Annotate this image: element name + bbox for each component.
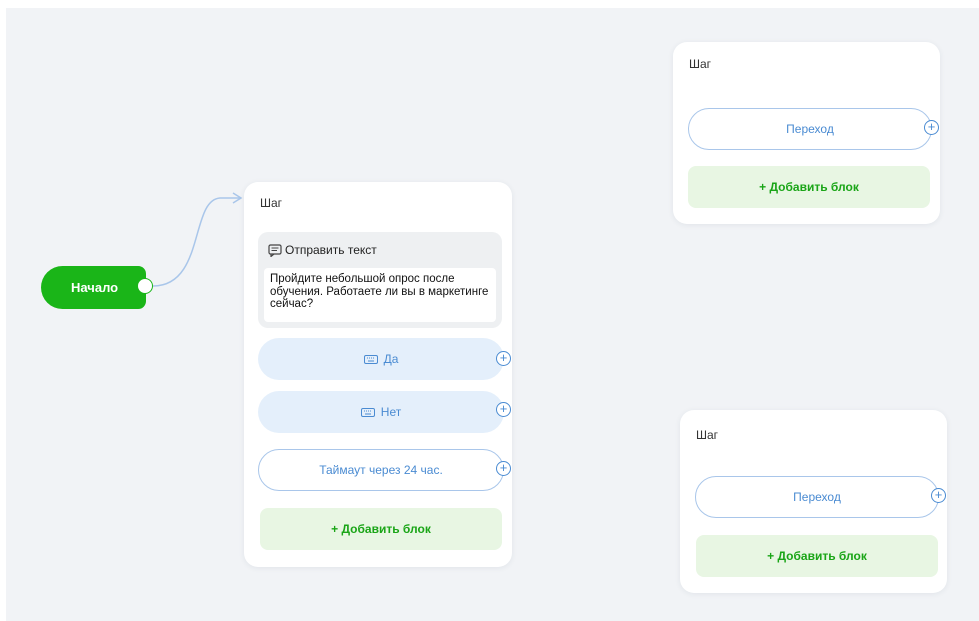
send-text-block[interactable]: Отправить текст Пройдите небольшой опрос… bbox=[258, 232, 502, 328]
start-label: Начало bbox=[71, 280, 119, 295]
keyboard-icon bbox=[360, 407, 375, 417]
plus-circle-icon[interactable]: + bbox=[496, 351, 511, 366]
transition-label: Переход bbox=[793, 490, 841, 504]
keyboard-icon bbox=[363, 354, 378, 364]
transition-button[interactable]: Переход bbox=[688, 108, 932, 150]
plus-circle-icon[interactable]: + bbox=[496, 402, 511, 417]
transition-button[interactable]: Переход bbox=[695, 476, 939, 518]
answer-button-yes[interactable]: Да bbox=[258, 338, 504, 380]
plus-circle-icon[interactable]: + bbox=[496, 461, 511, 476]
answer-button-no[interactable]: Нет bbox=[258, 391, 504, 433]
plus-circle-icon[interactable]: + bbox=[931, 488, 946, 503]
message-text[interactable]: Пройдите небольшой опрос после обучения.… bbox=[264, 268, 496, 322]
transition-label: Переход bbox=[786, 122, 834, 136]
step-title: Шаг bbox=[689, 57, 712, 71]
start-node[interactable]: Начало bbox=[41, 266, 146, 309]
message-icon bbox=[268, 243, 282, 257]
send-text-header: Отправить текст bbox=[268, 243, 377, 257]
step-title: Шаг bbox=[260, 196, 283, 210]
send-text-label: Отправить текст bbox=[285, 243, 377, 257]
timeout-label: Таймаут через 24 час. bbox=[319, 463, 443, 477]
step-title: Шаг bbox=[696, 428, 719, 442]
add-block-button[interactable]: + Добавить блок bbox=[696, 535, 938, 577]
start-output-port[interactable] bbox=[137, 278, 153, 294]
answer-no-label: Нет bbox=[380, 405, 402, 419]
timeout-button[interactable]: Таймаут через 24 час. bbox=[258, 449, 504, 491]
plus-circle-icon[interactable]: + bbox=[924, 120, 939, 135]
step-card-main[interactable]: Шаг Отправить текст Пройдите небольшой о… bbox=[244, 182, 512, 567]
answer-yes-label: Да bbox=[383, 352, 399, 366]
step-card-bottom[interactable]: Шаг Переход + + Добавить блок bbox=[680, 410, 947, 593]
add-block-button[interactable]: + Добавить блок bbox=[688, 166, 930, 208]
add-block-button[interactable]: + Добавить блок bbox=[260, 508, 502, 550]
step-card-top[interactable]: Шаг Переход + + Добавить блок bbox=[673, 42, 940, 224]
